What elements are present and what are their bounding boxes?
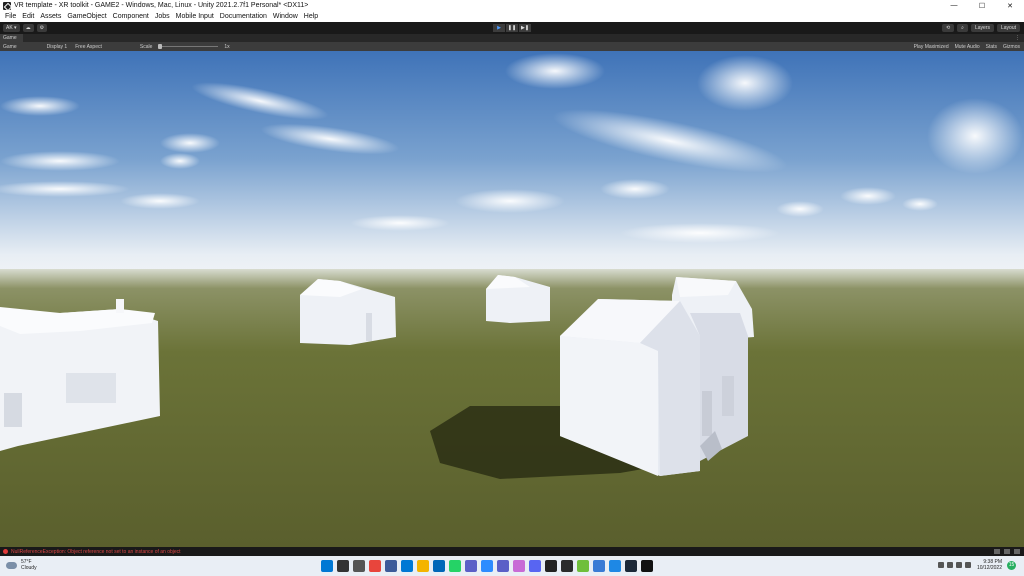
close-button[interactable]: ✕ [996,0,1024,11]
game-view-toggles: Play Maximized Mute Audio Stats Gizmos [914,44,1020,50]
file-explorer-icon[interactable] [417,560,429,572]
minimize-button[interactable]: — [940,0,968,11]
toolbar-right: ⟲ ⌕ Layers Layout [941,24,1020,32]
layout-dropdown[interactable]: Layout [996,24,1020,32]
layers-dropdown[interactable]: Layers [970,24,994,32]
step-button[interactable]: ▶❚ [519,24,531,32]
display-dropdown[interactable]: Display 1 [44,44,71,50]
search-icon[interactable]: ⌕ [957,24,968,32]
notifications-icon[interactable] [1014,549,1020,554]
gizmos-dropdown[interactable]: Gizmos [1003,44,1020,50]
menu-bar: File Edit Assets GameObject Component Jo… [0,11,1024,22]
menu-edit[interactable]: Edit [19,13,37,20]
unity-logo-icon [3,1,11,10]
scale-slider[interactable] [158,44,219,49]
tab-game[interactable]: Game [0,34,23,42]
unity-icon[interactable] [641,560,653,572]
chat-icon[interactable] [465,560,477,572]
unity-editor-window: VR template - XR toolkit - GAME2 - Windo… [0,0,1024,576]
teams-icon[interactable] [497,560,509,572]
cloud-icon[interactable]: ☁ [22,24,34,32]
weather-condition: Cloudy [21,565,37,571]
blue-app-icon[interactable] [609,560,621,572]
title-bar: VR template - XR toolkit - GAME2 - Windo… [0,0,1024,11]
menu-gameobject[interactable]: GameObject [64,13,109,20]
scale-slider-handle[interactable] [158,44,163,49]
window-controls: — ☐ ✕ [940,0,1024,11]
weather-widget[interactable]: 57°F Cloudy [6,559,37,571]
play-maximized-toggle[interactable]: Play Maximized [914,44,949,50]
store-icon[interactable] [433,560,445,572]
photos-icon[interactable] [513,560,525,572]
scale-label: Scale [139,43,153,50]
green-app-icon[interactable] [577,560,589,572]
zoom-icon[interactable] [481,560,493,572]
wifi-icon[interactable] [946,562,953,568]
history-icon[interactable]: ⟲ [941,24,955,32]
aspect-dropdown[interactable]: Free Aspect [72,44,105,50]
pause-button[interactable]: ❚❚ [506,24,518,32]
menu-window[interactable]: Window [270,13,301,20]
error-icon [3,549,8,554]
explorer-icon[interactable] [385,560,397,572]
game-view-controls: Game Display 1 Free Aspect Scale 1x Play… [0,42,1024,51]
notification-badge[interactable]: 15 [1007,560,1016,570]
maximize-button[interactable]: ☐ [968,0,996,11]
game-tab-bar: Game ⋮ [0,34,1024,42]
menu-mobile-input[interactable]: Mobile Input [173,13,217,20]
battery-icon[interactable] [964,562,971,568]
discord-icon[interactable] [529,560,541,572]
windows-taskbar: 57°F Cloudy 9:38 PM 10/12/2022 15 [0,556,1024,576]
mute-audio-toggle[interactable]: Mute Audio [955,44,980,50]
cloudy-icon [6,561,17,569]
scale-value: 1x [224,43,230,50]
play-controls: ▶ ❚❚ ▶❚ [493,24,531,32]
mail-icon[interactable] [401,560,413,572]
menu-assets[interactable]: Assets [37,13,64,20]
window-title: VR template - XR toolkit - GAME2 - Windo… [14,2,309,9]
console-status-bar[interactable]: NullReferenceException: Object reference… [0,547,1024,556]
weather-text: 57°F Cloudy [21,559,37,571]
menu-documentation[interactable]: Documentation [217,13,270,20]
chevron-up-icon[interactable] [937,562,944,568]
whatsapp-icon[interactable] [449,560,461,572]
menu-jobs[interactable]: Jobs [152,13,173,20]
status-icons [994,549,1020,554]
taskbar-apps [321,560,653,572]
task-view-icon[interactable] [353,560,365,572]
windows-start-icon[interactable] [321,560,333,572]
chrome-icon[interactable] [369,560,381,572]
clock[interactable]: 9:38 PM 10/12/2022 [977,559,1002,571]
volume-icon[interactable] [955,562,962,568]
console-message[interactable]: NullReferenceException: Object reference… [11,549,181,555]
progress-icon[interactable] [994,549,1000,554]
menu-component[interactable]: Component [110,13,152,20]
steam-icon[interactable] [625,560,637,572]
stats-toggle[interactable]: Stats [986,44,997,50]
scene-render [0,51,1024,547]
system-tray: 9:38 PM 10/12/2022 15 [937,559,1016,571]
account-dropdown[interactable]: AK ▾ [3,24,20,32]
notepad-icon[interactable] [593,560,605,572]
menu-help[interactable]: Help [301,13,321,20]
tray-icons [937,562,971,568]
game-viewport[interactable] [0,51,1024,547]
clock-date: 10/12/2022 [976,565,1002,571]
unity-hub-icon[interactable] [545,560,557,572]
menu-file[interactable]: File [2,13,19,20]
game-mode-dropdown[interactable]: Game [0,44,20,50]
terminal-icon[interactable] [561,560,573,572]
play-button[interactable]: ▶ [493,24,505,32]
search-icon[interactable] [337,560,349,572]
tab-menu-icon[interactable]: ⋮ [1015,35,1020,41]
collab-icon[interactable]: ⚙ [36,24,48,32]
sky [0,51,1024,291]
debug-icon[interactable] [1004,549,1010,554]
